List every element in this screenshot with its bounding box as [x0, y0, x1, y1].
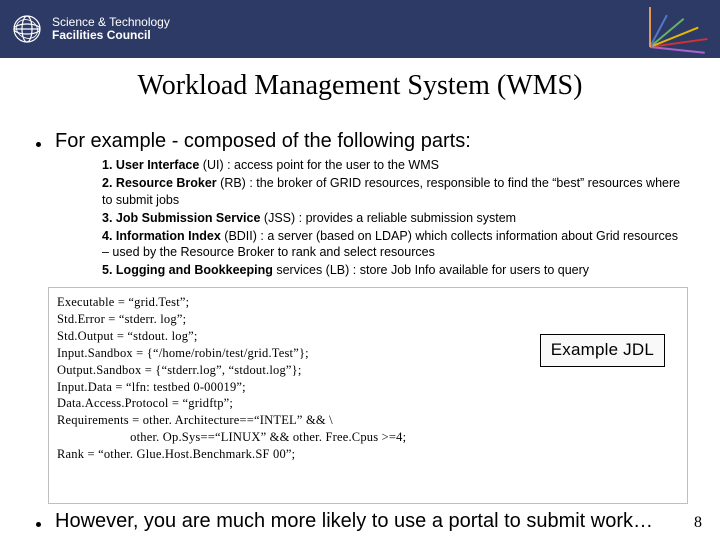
list-item: 4. Information Index (BDII) : a server (…	[102, 228, 686, 262]
bullet-dot-icon	[36, 522, 41, 527]
jdl-code: Executable = “grid.Test”; Std.Error = “s…	[57, 295, 406, 461]
bullet-intro: For example - composed of the following …	[36, 130, 686, 153]
intro-text: For example - composed of the following …	[55, 130, 471, 153]
content-area: For example - composed of the following …	[36, 130, 686, 537]
list-item: 5. Logging and Bookkeeping services (LB)…	[102, 262, 686, 279]
page-title: Workload Management System (WMS)	[0, 70, 720, 102]
jdl-codebox: Executable = “grid.Test”; Std.Error = “s…	[48, 287, 688, 504]
stfc-logo: Science & Technology Facilities Council	[10, 12, 170, 46]
page-number: 8	[694, 514, 702, 532]
list-item: 1. User Interface (UI) : access point fo…	[102, 157, 686, 174]
ppd-logo: PPd	[573, 10, 710, 54]
org-line2: Facilities Council	[52, 29, 170, 42]
ppd-emblem-icon	[573, 20, 601, 44]
bullet-outro: However, you are much more likely to use…	[36, 510, 686, 533]
bullet-dot-icon	[36, 142, 41, 147]
outro-text: However, you are much more likely to use…	[55, 510, 653, 533]
parts-list: 1. User Interface (UI) : access point fo…	[102, 157, 686, 279]
stfc-globe-icon	[10, 12, 44, 46]
list-item: 2. Resource Broker (RB) : the broker of …	[102, 175, 686, 209]
ppd-text: PPd	[605, 19, 646, 46]
stfc-text: Science & Technology Facilities Council	[52, 16, 170, 41]
slide: Science & Technology Facilities Council …	[0, 0, 720, 540]
burst-icon	[650, 10, 710, 54]
example-jdl-label: Example JDL	[540, 334, 665, 367]
list-item: 3. Job Submission Service (JSS) : provid…	[102, 210, 686, 227]
